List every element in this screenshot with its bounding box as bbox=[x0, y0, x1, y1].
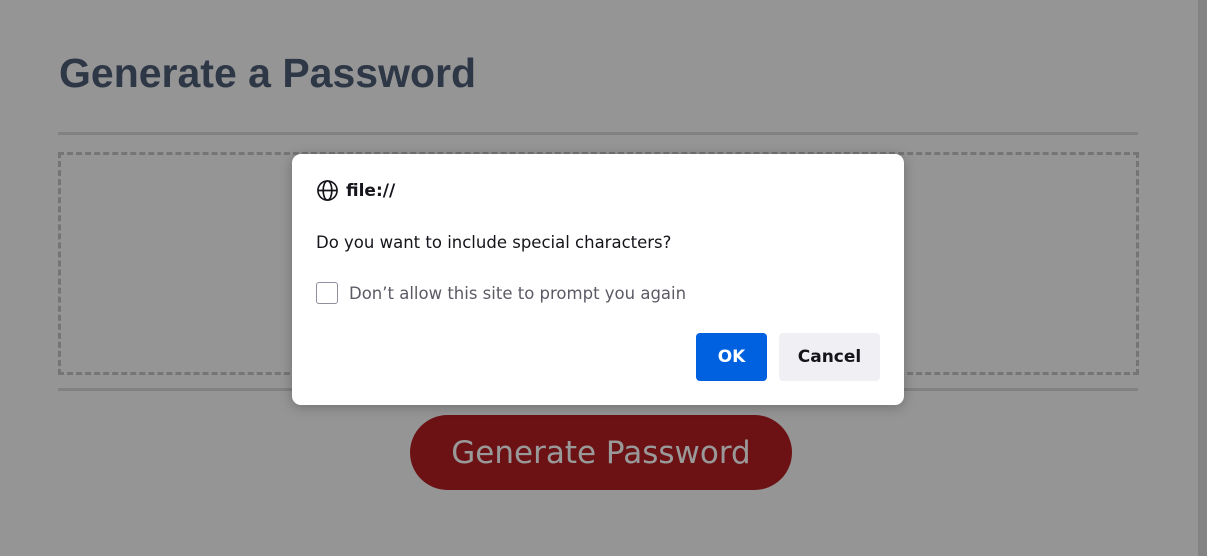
suppress-prompts-label[interactable]: Don’t allow this site to prompt you agai… bbox=[349, 284, 686, 303]
prompt-dialog: file:// Do you want to include special c… bbox=[292, 154, 904, 405]
globe-icon bbox=[316, 179, 339, 202]
suppress-prompts-checkbox[interactable] bbox=[316, 282, 338, 304]
dialog-message: Do you want to include special character… bbox=[316, 233, 672, 252]
ok-button[interactable]: OK bbox=[696, 333, 767, 381]
cancel-button[interactable]: Cancel bbox=[779, 333, 880, 381]
dialog-origin-text: file:// bbox=[346, 180, 396, 201]
dialog-origin: file:// bbox=[316, 179, 395, 202]
suppress-prompts-row[interactable]: Don’t allow this site to prompt you agai… bbox=[316, 282, 686, 304]
